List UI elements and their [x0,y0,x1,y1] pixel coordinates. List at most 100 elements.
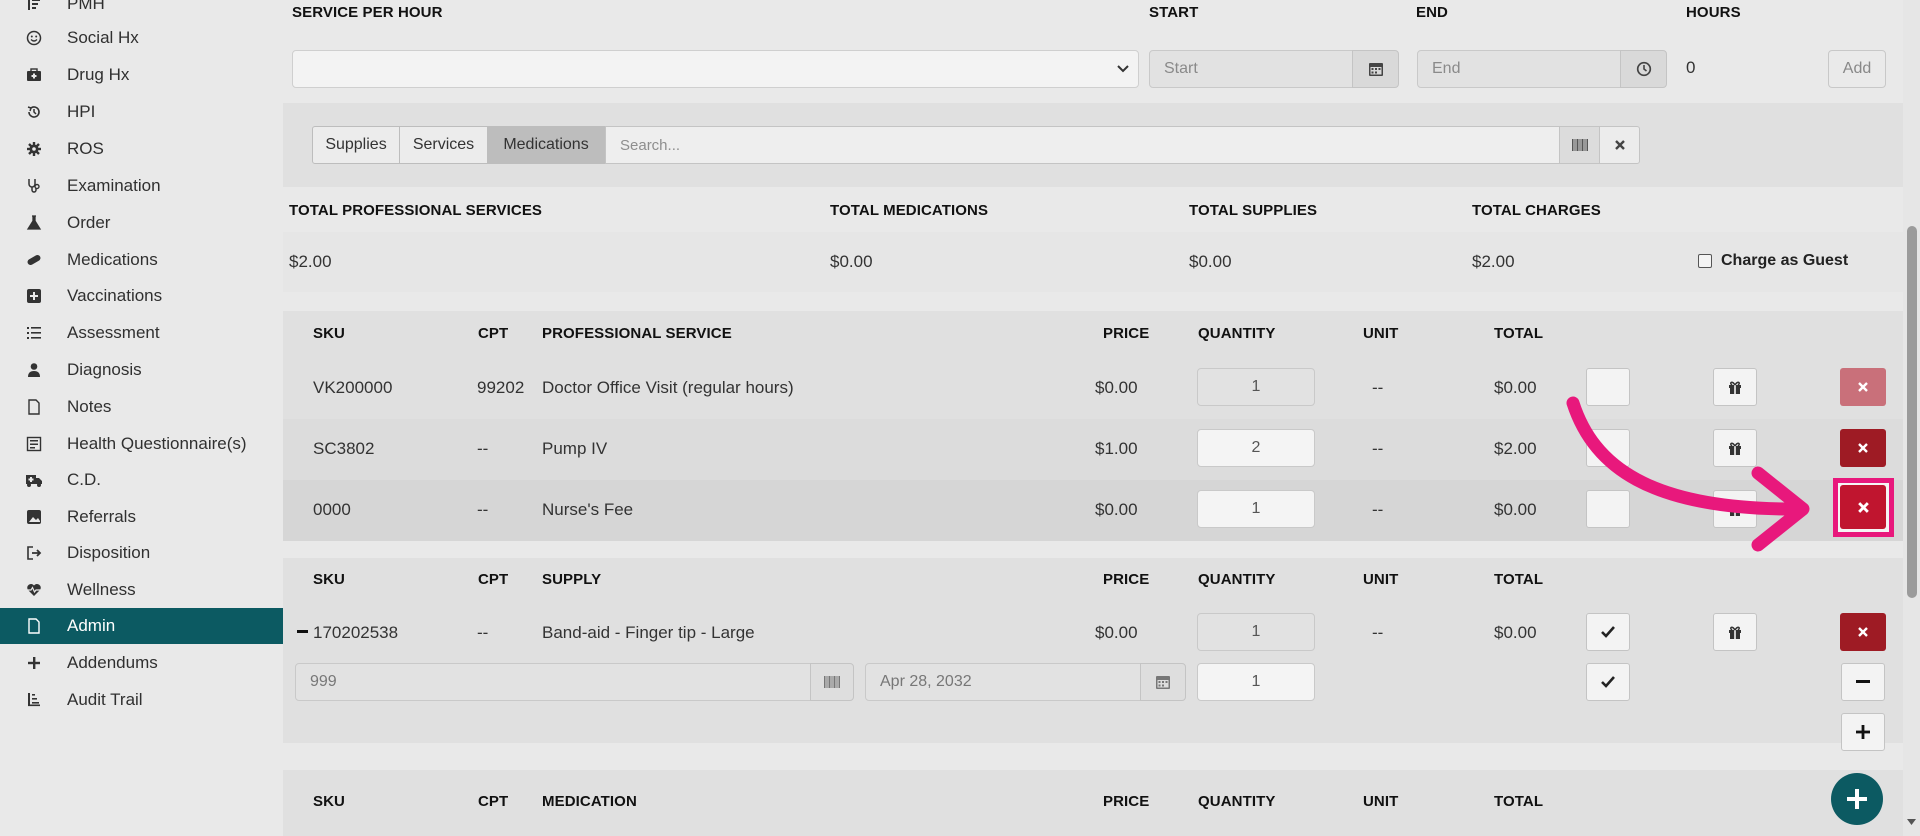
row-supply-name: Band-aid - Finger tip - Large [542,623,755,642]
end-clock-button[interactable] [1620,50,1667,88]
sidebar-item-health-questionnaire[interactable]: Health Questionnaire(s) [0,426,283,462]
expiry-calendar-button[interactable] [1140,663,1186,701]
sidebar-item-label: Social Hx [67,28,139,47]
plus-square-icon [24,286,44,306]
close-icon [1857,501,1869,513]
scroll-down-icon[interactable] [1906,818,1917,826]
tab-supplies[interactable]: Supplies [312,126,400,164]
vertical-scrollbar[interactable] [1903,0,1920,836]
col-total: TOTAL [1494,571,1544,588]
start-input[interactable]: Start [1149,50,1353,88]
tab-services[interactable]: Services [399,126,488,164]
end-input[interactable]: End [1417,50,1621,88]
col-professional-service: PROFESSIONAL SERVICE [542,325,732,342]
sidebar-item-label: Examination [67,176,161,195]
col-quantity: QUANTITY [1198,571,1276,588]
check-icon [1601,626,1615,638]
lot-barcode-button[interactable] [810,663,854,701]
sidebar-item-cd[interactable]: C.D. [0,462,283,498]
lot-quantity-input[interactable]: 1 [1197,663,1315,701]
gift-icon [1729,626,1741,639]
row-quantity-input[interactable]: 1 [1197,490,1315,528]
col-unit: UNIT [1363,571,1399,588]
close-icon [1858,382,1868,392]
sidebar-item-admin[interactable]: Admin [0,608,283,644]
col-quantity: QUANTITY [1198,325,1276,342]
collapse-row-icon[interactable] [297,630,308,633]
sidebar-item-order[interactable]: Order [0,205,283,241]
hours-value: 0 [1686,58,1696,77]
row-unit: -- [1372,623,1384,642]
totals-row [283,232,1903,292]
medications-section [283,770,1903,836]
clock-icon [1636,61,1651,77]
add-item-fab[interactable] [1831,773,1883,825]
lot-add-button[interactable] [1841,713,1885,751]
history-icon [24,102,44,122]
start-calendar-button[interactable] [1352,50,1399,88]
sidebar-item-ros[interactable]: ROS [0,131,283,167]
sidebar-item-audit-trail[interactable]: Audit Trail [0,682,283,718]
col-sku: SKU [313,571,345,588]
row-cpt: -- [477,439,489,458]
row-confirm-button[interactable] [1586,613,1630,651]
plus-icon [1847,789,1867,809]
sidebar-item-social-hx[interactable]: Social Hx [0,20,283,56]
sidebar-item-notes[interactable]: Notes [0,389,283,425]
sidebar-item-vaccinations[interactable]: Vaccinations [0,278,283,314]
minus-icon [1856,680,1870,683]
sidebar-item-pmh[interactable]: PMH [0,0,283,22]
sidebar-item-examination[interactable]: Examination [0,168,283,204]
row-quantity-input[interactable]: 1 [1197,368,1315,406]
charge-as-guest-checkbox[interactable] [1698,254,1712,268]
sidebar-item-addendums[interactable]: Addendums [0,645,283,681]
sidebar-item-label: Wellness [67,580,136,599]
tab-medications[interactable]: Medications [487,126,605,164]
expiry-date-input[interactable]: Apr 28, 2032 [865,663,1141,701]
sidebar-item-disposition[interactable]: Disposition [0,535,283,571]
clear-search-button[interactable] [1599,126,1640,164]
row-quantity-input[interactable]: 2 [1197,429,1315,467]
row-unit: -- [1372,500,1384,519]
total-charges-value: $2.00 [1472,252,1515,271]
sidebar-item-hpi[interactable]: HPI [0,94,283,130]
add-hours-button[interactable]: Add [1828,50,1886,88]
row-quantity-input[interactable]: 1 [1197,613,1315,651]
sidebar-item-diagnosis[interactable]: Diagnosis [0,352,283,388]
sidebar-item-drug-hx[interactable]: Drug Hx [0,57,283,93]
sidebar-item-label: PMH [67,0,105,13]
col-cpt: CPT [478,325,509,342]
lot-remove-button[interactable] [1841,663,1885,701]
row-gift-button[interactable] [1713,613,1757,651]
col-price: PRICE [1103,793,1150,810]
item-search-input[interactable]: Search... [605,126,1560,164]
main-content: SERVICE PER HOUR START END HOURS Start E… [283,0,1903,836]
file-icon [24,397,44,417]
col-medication: MEDICATION [542,793,637,810]
sidebar-item-assessment[interactable]: Assessment [0,315,283,351]
col-sku: SKU [313,793,345,810]
list-icon [24,323,44,343]
sidebar-item-label: HPI [67,102,96,121]
close-icon [1858,443,1868,453]
sidebar-item-referrals[interactable]: Referrals [0,499,283,535]
barcode-scan-button[interactable] [1559,126,1600,164]
sidebar-item-wellness[interactable]: Wellness [0,572,283,608]
service-per-hour-select[interactable] [292,50,1139,88]
col-total: TOTAL [1494,325,1544,342]
sort-amount-icon [24,690,44,710]
lot-confirm-button[interactable] [1586,663,1630,701]
lot-number-input[interactable]: 999 [295,663,811,701]
sidebar-item-medications[interactable]: Medications [0,242,283,278]
chevron-down-icon [1117,65,1129,73]
close-icon [1858,627,1868,637]
row-price: $1.00 [1095,439,1138,458]
gear-icon [24,139,44,159]
row-total: $0.00 [1494,500,1537,519]
scrollbar-thumb[interactable] [1907,226,1917,598]
sidebar-item-label: Drug Hx [67,65,130,84]
total-professional-services-value: $2.00 [289,252,332,271]
sidebar-item-label: Admin [67,616,116,635]
row-remove-button[interactable] [1840,613,1886,651]
row-service-name: Pump IV [542,439,608,458]
